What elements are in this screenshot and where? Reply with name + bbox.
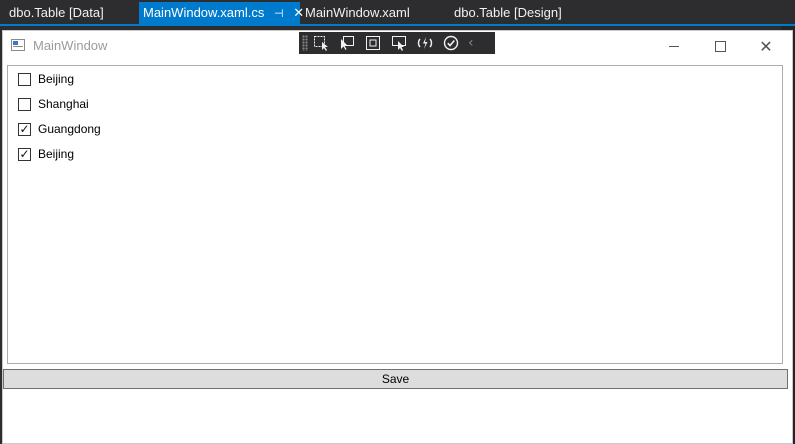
close-icon: ✕ xyxy=(759,36,773,56)
active-tab-rule xyxy=(0,24,795,26)
tab-mainwindow-xaml-cs[interactable]: MainWindow.xaml.cs ⊣ ✕ xyxy=(139,2,304,24)
tab-label: dbo.Table [Data] xyxy=(9,5,104,20)
pin-icon[interactable]: ⊣ xyxy=(274,8,284,20)
maximize-icon xyxy=(714,40,726,52)
close-button[interactable]: ✕ xyxy=(743,31,789,61)
minimize-button[interactable] xyxy=(651,31,697,61)
accessibility-check-icon[interactable] xyxy=(438,33,464,53)
checkbox[interactable] xyxy=(18,97,31,111)
tab-table-design[interactable]: dbo.Table [Design] xyxy=(449,2,567,24)
xaml-debug-toolbar: ‹ xyxy=(299,32,495,54)
app-icon xyxy=(11,39,25,51)
window-title: MainWindow xyxy=(33,38,108,53)
tab-table-data[interactable]: dbo.Table [Data] xyxy=(0,2,113,24)
track-focus-icon[interactable] xyxy=(360,33,386,53)
display-layout-adorners-icon[interactable] xyxy=(334,33,360,53)
checkbox-label: Beijing xyxy=(38,147,75,161)
checkbox-item-beijing-2[interactable]: ✓ Beijing xyxy=(18,146,74,162)
checkbox-list-panel: Beijing Shanghai ✓ Guangdong ✓ Beijing xyxy=(7,65,783,364)
maximize-button[interactable] xyxy=(697,31,743,61)
checkmark-icon: ✓ xyxy=(19,122,30,136)
checkmark-icon: ✓ xyxy=(19,147,30,161)
checkbox-label: Guangdong xyxy=(38,122,101,136)
checkbox-item-guangdong[interactable]: ✓ Guangdong xyxy=(18,121,101,137)
save-button[interactable]: Save xyxy=(3,369,788,389)
tab-mainwindow-xaml[interactable]: MainWindow.xaml xyxy=(300,2,415,24)
preview-selection-icon[interactable] xyxy=(386,33,412,53)
tab-label: MainWindow.xaml.cs xyxy=(143,5,265,20)
checkbox-item-beijing[interactable]: Beijing xyxy=(18,71,74,87)
collapse-chevron-icon[interactable]: ‹ xyxy=(468,35,474,51)
minimize-icon xyxy=(669,45,679,47)
tab-label: dbo.Table [Design] xyxy=(454,5,562,20)
hot-reload-icon[interactable] xyxy=(412,33,438,53)
window-title-bar[interactable]: MainWindow ‹ ✕ xyxy=(3,31,792,61)
checkbox-item-shanghai[interactable]: Shanghai xyxy=(18,96,89,112)
tab-label: MainWindow.xaml xyxy=(305,5,410,20)
ide-tab-strip: dbo.Table [Data] MainWindow.xaml.cs ⊣ ✕ … xyxy=(0,0,795,24)
checkbox[interactable]: ✓ xyxy=(18,122,31,136)
main-window: MainWindow ‹ ✕ Beijing Shanghai ✓ Guangd… xyxy=(2,30,793,444)
select-element-icon[interactable] xyxy=(308,33,334,53)
checkbox-label: Shanghai xyxy=(38,97,89,111)
checkbox-label: Beijing xyxy=(38,72,75,86)
checkbox[interactable] xyxy=(18,72,31,86)
checkbox[interactable]: ✓ xyxy=(18,147,31,161)
